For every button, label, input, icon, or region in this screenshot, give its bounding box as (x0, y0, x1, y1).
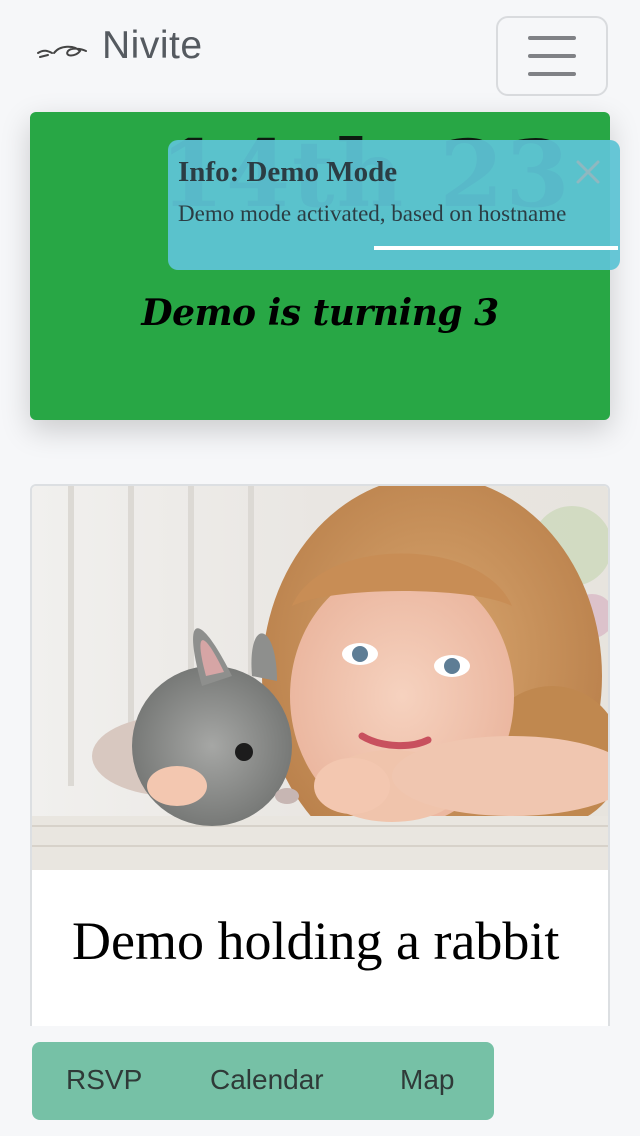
toast-title: Info: Demo Mode (178, 156, 398, 188)
nav-rsvp-link[interactable]: RSVP (66, 1064, 142, 1096)
brand-name[interactable]: Nivite (102, 24, 203, 68)
toast-progress-bar (374, 246, 618, 250)
photo-card: Demo holding a rabbit (30, 484, 610, 1104)
bottom-nav: RSVP Calendar Map (32, 1042, 494, 1120)
hamburger-icon-bar (528, 72, 576, 76)
hamburger-icon-bar (528, 54, 576, 58)
nav-calendar-link[interactable]: Calendar (210, 1064, 324, 1096)
card-title: Demo holding a rabbit (72, 911, 560, 971)
brand-link[interactable]: Nivite (34, 24, 203, 68)
brand-logo-icon (37, 45, 87, 58)
demo-mode-toast: Info: Demo Mode Demo mode activated, bas… (168, 140, 620, 270)
bottom-bar: RSVP Calendar Map (0, 1026, 640, 1136)
girl-with-rabbit-photo (32, 486, 608, 870)
toast-message: Demo mode activated, based on hostname (178, 201, 567, 226)
hamburger-icon-bar (528, 36, 576, 40)
top-navbar: Nivite (0, 0, 640, 104)
nav-map-link[interactable]: Map (400, 1064, 454, 1096)
close-icon[interactable] (574, 158, 602, 186)
hero-subtitle: Demo is turning 3 (141, 292, 499, 334)
menu-toggle-button[interactable] (496, 16, 608, 96)
